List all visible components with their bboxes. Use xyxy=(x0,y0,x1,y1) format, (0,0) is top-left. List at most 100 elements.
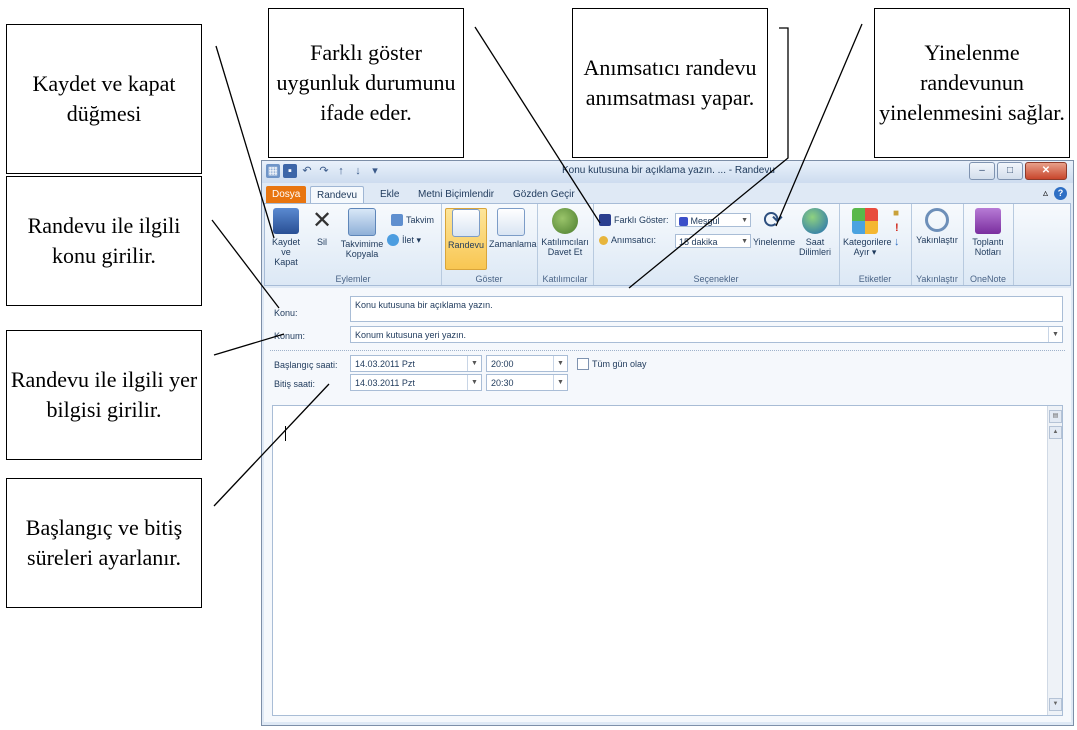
callout-yinelenme: Yinelenme randevunun yinelenmesini sağla… xyxy=(874,8,1070,158)
undo-icon[interactable]: ↶ xyxy=(300,164,314,178)
forward-button[interactable]: İlet ▾ xyxy=(387,234,421,246)
scroll-up-icon[interactable]: ▲ xyxy=(1049,426,1062,439)
group-label-goster: Göster xyxy=(475,274,503,284)
save-close-button[interactable]: Kaydet ve Kapat xyxy=(269,208,303,267)
group-yakinlastir: Yakınlaştır Yakınlaştır xyxy=(911,204,964,285)
reminder-select[interactable]: 15 dakika ▼ xyxy=(675,234,751,248)
categorize-button[interactable]: Kategorilere Ayır ▾ xyxy=(843,208,892,257)
forward-icon xyxy=(387,234,399,246)
notes-body-textarea[interactable]: ▤ ▲ ▼ xyxy=(272,405,1063,716)
chevron-down-icon[interactable]: ▼ xyxy=(1048,327,1062,342)
window-title: Konu kutusuna bir açıklama yazın. ... - … xyxy=(562,165,775,176)
calendar-button[interactable]: Takvim xyxy=(391,214,434,226)
chevron-down-icon[interactable]: ▼ xyxy=(467,356,481,371)
down-arrow-icon[interactable]: ↓ xyxy=(351,164,365,178)
start-date-picker[interactable]: 14.03.2011 Pzt ▼ xyxy=(350,355,482,372)
chevron-down-icon[interactable]: ▼ xyxy=(553,375,567,390)
recurrence-icon: ⟳ xyxy=(762,207,784,234)
group-label-katilimcilar: Katılımcılar xyxy=(542,274,588,284)
maximize-button[interactable]: □ xyxy=(997,162,1023,180)
location-label: Konum: xyxy=(274,331,306,341)
appointment-form: Konu: Konu kutusuna bir açıklama yazın. … xyxy=(264,288,1071,722)
calendar-label: Takvim xyxy=(406,215,435,225)
customize-icon[interactable]: ▾ xyxy=(368,164,382,178)
low-importance-icon[interactable]: ↓ xyxy=(894,236,900,248)
vertical-scrollbar[interactable]: ▤ ▲ ▼ xyxy=(1047,406,1062,715)
meeting-notes-button[interactable]: Toplantı Notları xyxy=(965,208,1011,257)
quick-access-toolbar: ▦ ▪ ↶ ↷ ↑ ↓ ▾ xyxy=(266,164,382,178)
callout-konu: Randevu ile ilgili konu girilir. xyxy=(6,176,202,306)
appointment-window: ▦ ▪ ↶ ↷ ↑ ↓ ▾ Konu kutusuna bir açıklama… xyxy=(261,160,1074,726)
attendees-icon xyxy=(552,208,578,234)
ruler-icon[interactable]: ▤ xyxy=(1049,410,1062,423)
scheduling-button[interactable]: Zamanlama xyxy=(489,208,537,249)
globe-icon xyxy=(802,208,828,234)
redo-icon[interactable]: ↷ xyxy=(317,164,331,178)
up-arrow-icon[interactable]: ↑ xyxy=(334,164,348,178)
separator xyxy=(270,350,1065,351)
reminder-label: Anımsatıcı: xyxy=(611,235,657,245)
copy-calendar-label: Takvimime Kopyala xyxy=(340,239,384,259)
tab-gozden-gecir[interactable]: Gözden Geçir xyxy=(507,186,581,203)
scroll-down-icon[interactable]: ▼ xyxy=(1049,698,1062,711)
callout-sure: Başlangıç ve bitiş süreleri ayarlanır. xyxy=(6,478,202,608)
chevron-down-icon[interactable]: ▼ xyxy=(553,356,567,371)
save-icon[interactable]: ▪ xyxy=(283,164,297,178)
time-zones-button[interactable]: Saat Dilimleri xyxy=(795,208,835,257)
minimize-ribbon-icon[interactable]: ▵ xyxy=(1043,188,1048,199)
show-as-select[interactable]: Meşgul ▼ xyxy=(675,213,751,227)
show-as-control: Farklı Göster: xyxy=(599,214,669,226)
tab-metni-bicimlendir[interactable]: Metni Biçimlendir xyxy=(412,186,500,203)
delete-button[interactable]: ✕ Sil xyxy=(309,207,335,248)
ribbon-right-controls: ▵ ? xyxy=(1043,187,1067,200)
tab-randevu[interactable]: Randevu xyxy=(310,186,365,204)
end-date-picker[interactable]: 14.03.2011 Pzt ▼ xyxy=(350,374,482,391)
invite-attendees-button[interactable]: Katılımcıları Davet Et xyxy=(541,208,589,257)
ribbon-tabs: Dosya Randevu Ekle Metni Biçimlendir Göz… xyxy=(262,183,1073,204)
minimize-button[interactable]: – xyxy=(969,162,995,180)
categories-icon xyxy=(852,208,878,234)
callout-yer: Randevu ile ilgili yer bilgisi girilir. xyxy=(6,330,202,460)
delete-icon: ✕ xyxy=(311,207,333,234)
magnifier-icon xyxy=(925,208,949,232)
start-date-value: 14.03.2011 Pzt xyxy=(355,359,415,369)
callout-kaydet: Kaydet ve kapat düğmesi xyxy=(6,24,202,174)
appointment-view-button[interactable]: Randevu xyxy=(445,208,487,270)
lock-icon[interactable]: ■ xyxy=(893,208,899,219)
chevron-down-icon[interactable]: ▼ xyxy=(467,375,481,390)
end-time-select[interactable]: 20:30 ▼ xyxy=(486,374,568,391)
calendar-small-icon xyxy=(391,214,403,226)
subject-input[interactable]: Konu kutusuna bir açıklama yazın. xyxy=(350,296,1063,322)
copy-calendar-icon xyxy=(348,208,376,236)
zoom-label: Yakınlaştır xyxy=(916,235,958,245)
end-date-value: 14.03.2011 Pzt xyxy=(355,378,415,388)
all-day-checkbox[interactable] xyxy=(577,358,589,370)
reminder-value: 15 dakika xyxy=(679,237,718,247)
recurrence-label: Yinelenme xyxy=(753,237,796,247)
show-as-icon xyxy=(599,214,611,226)
zoom-button[interactable]: Yakınlaştır xyxy=(913,208,961,245)
delete-label: Sil xyxy=(316,237,327,247)
group-label-eylemler: Eylemler xyxy=(335,274,371,284)
save-close-label: Kaydet ve Kapat xyxy=(271,237,301,267)
group-secenekler: Farklı Göster: Meşgul ▼ Anımsatıcı: 15 d… xyxy=(593,204,840,285)
tab-dosya[interactable]: Dosya xyxy=(266,186,307,203)
start-time-label: Başlangıç saati: xyxy=(274,360,338,370)
help-icon[interactable]: ? xyxy=(1054,187,1067,200)
close-button[interactable]: ✕ xyxy=(1025,162,1067,180)
onenote-icon xyxy=(975,208,1001,234)
invite-attendees-label: Katılımcıları Davet Et xyxy=(541,237,589,257)
copy-to-calendar-button[interactable]: Takvimime Kopyala xyxy=(339,208,385,259)
recurrence-button[interactable]: ⟳ Yinelenme xyxy=(753,207,796,248)
reminder-control: Anımsatıcı: xyxy=(599,235,656,245)
callout-farkli: Farklı göster uygunluk durumunu ifade ed… xyxy=(268,8,464,158)
save-close-icon xyxy=(273,208,299,234)
tab-ekle[interactable]: Ekle xyxy=(374,186,405,203)
start-time-select[interactable]: 20:00 ▼ xyxy=(486,355,568,372)
high-importance-icon[interactable]: ! xyxy=(895,222,899,234)
appointment-icon xyxy=(452,209,480,237)
location-input[interactable]: Konum kutusuna yeri yazın. ▼ xyxy=(350,326,1063,343)
ribbon: Kaydet ve Kapat ✕ Sil Takvimime Kopyala … xyxy=(264,203,1071,286)
all-day-label: Tüm gün olay xyxy=(592,359,647,369)
group-label-onenote: OneNote xyxy=(969,274,1007,284)
